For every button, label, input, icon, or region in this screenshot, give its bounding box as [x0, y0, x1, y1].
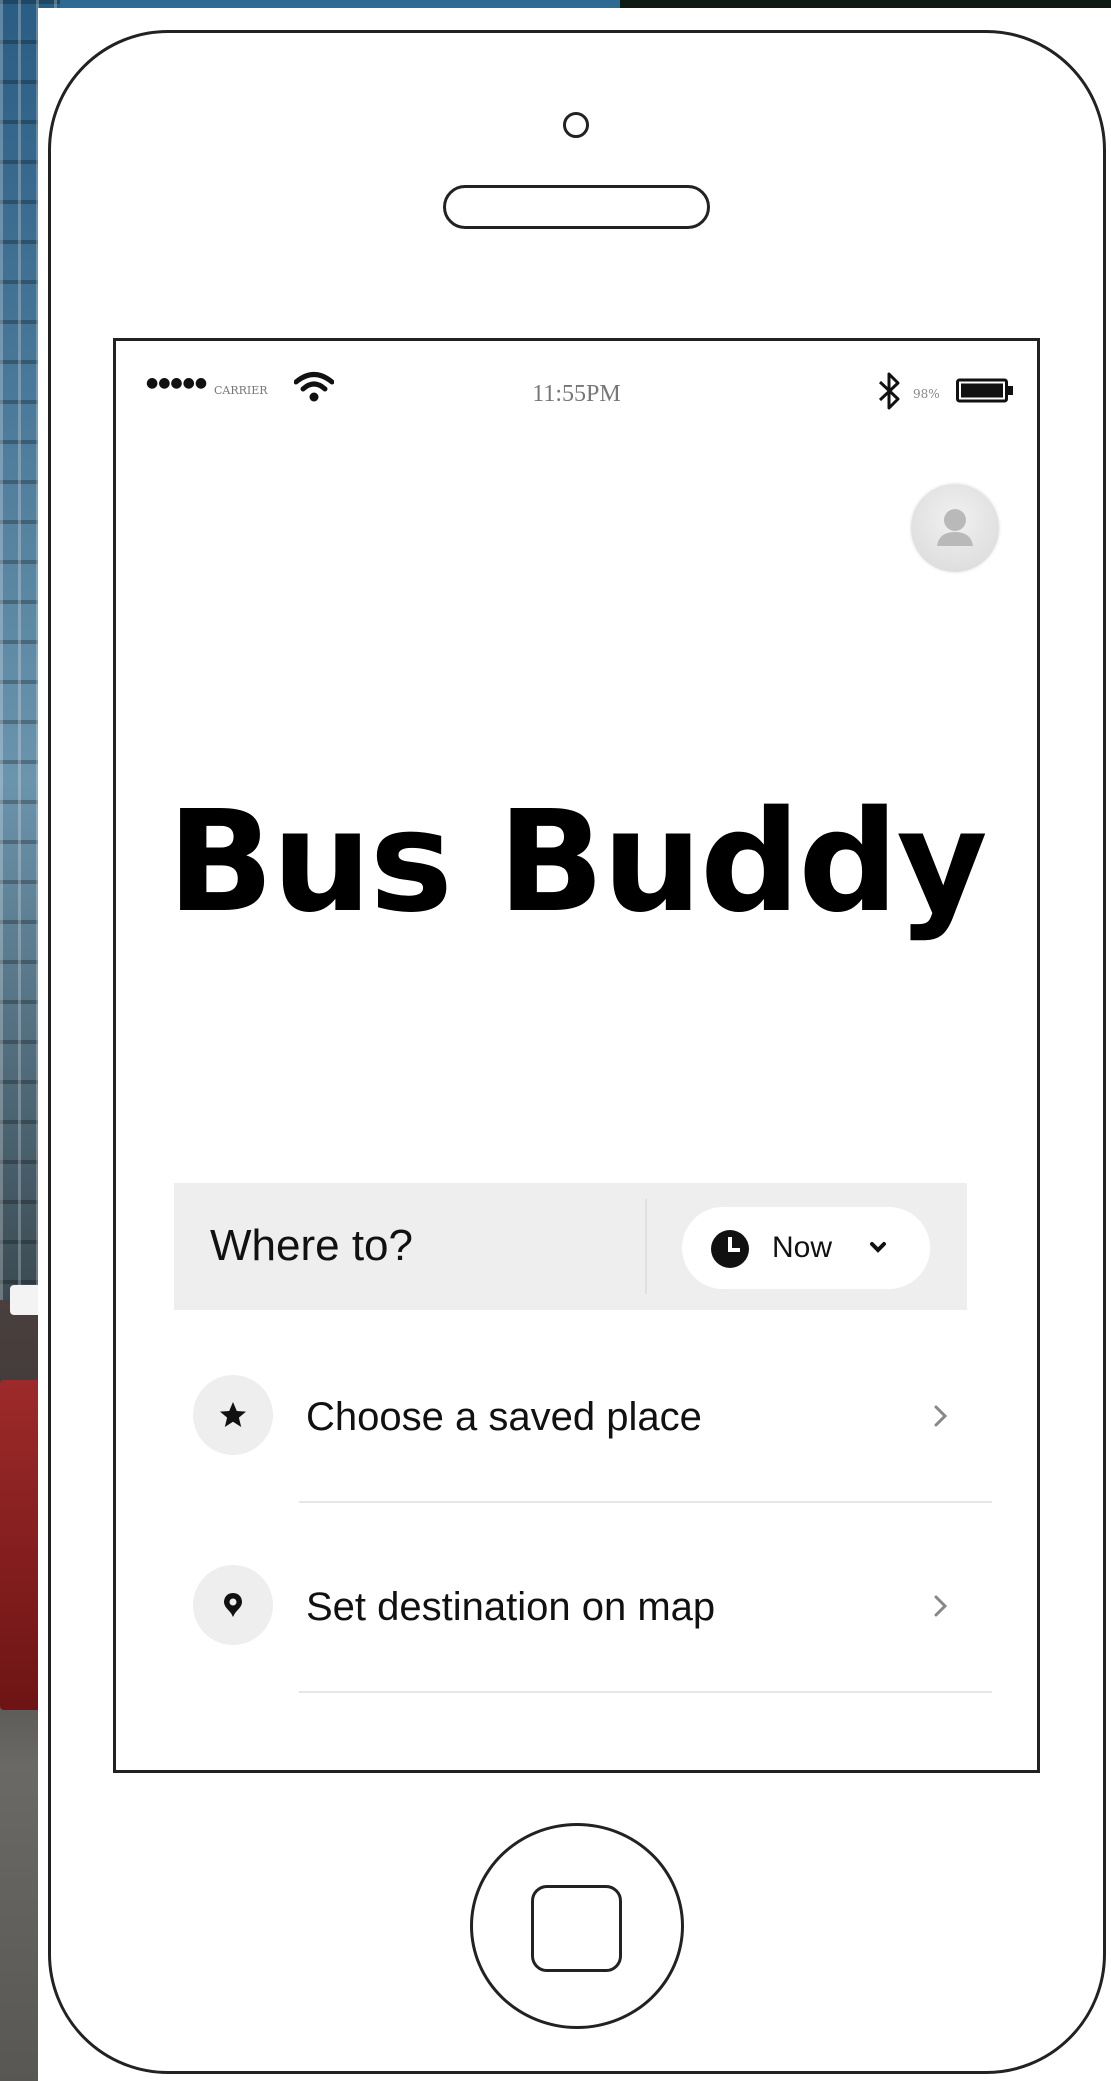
app-title: Bus Buddy: [167, 781, 988, 944]
bluetooth-icon: [878, 372, 900, 410]
list-divider: [299, 1501, 992, 1503]
chevron-right-icon: [934, 1405, 948, 1427]
list-item-label: Set destination on map: [306, 1585, 716, 1629]
search-bar-divider: [645, 1199, 647, 1294]
where-to-label: Where to?: [210, 1221, 413, 1270]
where-to-search-bar[interactable]: Where to? Now: [174, 1183, 967, 1310]
list-item-saved-place[interactable]: Choose a saved place: [116, 1351, 1037, 1531]
map-pin-icon: [224, 1593, 242, 1617]
user-icon: [937, 509, 973, 546]
list-divider: [299, 1691, 992, 1693]
status-bar: ●●●●● CARRIER 11:55PM 98%: [116, 341, 1037, 411]
map-pin-icon-badge: [193, 1565, 273, 1645]
star-icon-badge: [193, 1375, 273, 1455]
time-option-label: Now: [772, 1231, 833, 1264]
clock-icon: [711, 1230, 749, 1268]
home-button-icon: [531, 1885, 622, 1972]
speaker-grille: [443, 185, 710, 229]
list-item-label: Choose a saved place: [306, 1395, 702, 1439]
chevron-right-icon: [934, 1595, 948, 1617]
battery-percent: 98%: [913, 387, 940, 401]
battery-icon: [956, 378, 1013, 403]
star-icon: [220, 1402, 246, 1427]
phone-screen: ●●●●● CARRIER 11:55PM 98% Bus Buddy Wher…: [113, 338, 1040, 1773]
chevron-down-icon: [870, 1242, 886, 1253]
profile-avatar-button[interactable]: [911, 484, 999, 572]
camera-icon: [563, 112, 589, 138]
time-picker-button[interactable]: Now: [682, 1207, 930, 1289]
list-item-set-destination[interactable]: Set destination on map: [116, 1541, 1037, 1721]
